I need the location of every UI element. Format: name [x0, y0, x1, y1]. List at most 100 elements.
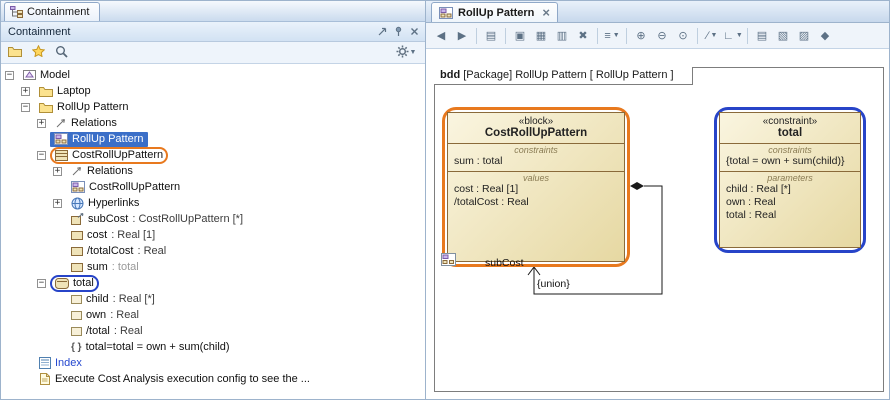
go-forward-button[interactable]: ▶ — [452, 26, 472, 46]
collapse-toggle[interactable]: − — [37, 279, 46, 288]
tree-item-rollup-pattern[interactable]: −RollUp Pattern — [1, 99, 425, 115]
tree-item-content[interactable]: Laptop — [34, 83, 96, 100]
tree-item-sum[interactable]: sum : total — [1, 259, 425, 275]
compartment-line[interactable]: sum : total — [454, 155, 618, 168]
tree-item-content[interactable]: RollUp Pattern — [34, 99, 134, 116]
block-costrolluppattern[interactable]: «block» CostRollUpPattern constraintssum… — [447, 112, 625, 262]
diagram-canvas[interactable]: bdd [Package] RollUp Pattern [ RollUp Pa… — [426, 49, 889, 399]
compartment-line[interactable]: {total = own + sum(child)} — [726, 155, 854, 168]
compartment-line[interactable]: child : Real [*] — [726, 183, 854, 196]
pin-panel-icon[interactable] — [391, 24, 406, 39]
tree-item-content[interactable]: Execute Cost Analysis execution config t… — [34, 371, 315, 388]
tree-item-content[interactable]: total — [50, 275, 99, 292]
tab-containment[interactable]: Containment — [4, 2, 100, 21]
open-folder-button[interactable] — [5, 44, 25, 62]
attached-diagram-icon[interactable] — [441, 253, 456, 269]
tree-item-total[interactable]: /total : Real — [1, 323, 425, 339]
tree-item-laptop[interactable]: + Laptop — [1, 83, 425, 99]
insert-image-button[interactable]: ▨ — [794, 26, 814, 46]
float-panel-icon[interactable] — [375, 24, 390, 39]
expand-toggle[interactable]: + — [21, 87, 30, 96]
connector-end-label[interactable]: subCost — [485, 257, 524, 269]
zoom-in-button[interactable]: ⊕ — [631, 26, 651, 46]
tree-item-content[interactable]: Relations — [50, 115, 122, 132]
tree-item-total-total-own-sum-child[interactable]: { }total=total = own + sum(child) — [1, 339, 425, 355]
constraint-block-total[interactable]: «constraint» total constraints{total = o… — [719, 112, 861, 248]
tree-item-relations[interactable]: + Relations — [1, 115, 425, 131]
tree-item-relations[interactable]: + Relations — [1, 163, 425, 179]
compartment-line[interactable]: own : Real — [726, 196, 854, 209]
cut-button[interactable]: ▥ — [552, 26, 572, 46]
close-panel-icon[interactable] — [407, 24, 422, 39]
compartment-line[interactable]: /totalCost : Real — [454, 196, 618, 209]
tree-item-content[interactable]: sum : total — [66, 259, 144, 276]
tree-item-label: cost — [87, 229, 107, 241]
tree-item-subcost[interactable]: subCost : CostRollUpPattern [*] — [1, 211, 425, 227]
paste-button[interactable]: ▦ — [531, 26, 551, 46]
select-in-containment-tree-button[interactable]: ▤ — [481, 26, 501, 46]
path-type-button[interactable]: ∟▼ — [723, 26, 743, 46]
param-icon — [71, 293, 82, 306]
tree-item-content[interactable]: child : Real [*] — [66, 291, 160, 308]
tree-item-child[interactable]: child : Real [*] — [1, 291, 425, 307]
folder-icon — [39, 85, 53, 98]
tree-item-content[interactable]: cost : Real [1] — [66, 227, 160, 244]
layout-button[interactable]: ≡▼ — [602, 26, 622, 46]
tree-item-costrolluppattern[interactable]: −CostRollUpPattern — [1, 147, 425, 163]
search-button[interactable] — [51, 44, 71, 62]
tree-item-content[interactable]: Hyperlinks — [66, 195, 144, 212]
settings-button[interactable]: ▼ — [391, 44, 421, 62]
delete-button[interactable]: ✖ — [573, 26, 593, 46]
tree-item-content[interactable]: CostRollUpPattern — [66, 179, 185, 196]
tree-item-execute-cost-analysis-execution-config-t[interactable]: Execute Cost Analysis execution config t… — [1, 371, 425, 387]
connector-adornment-label[interactable]: {union} — [537, 278, 570, 290]
close-tab-icon[interactable]: × — [542, 8, 550, 18]
param-icon — [71, 325, 82, 338]
tab-rollup-pattern-diagram[interactable]: RollUp Pattern × — [431, 2, 558, 22]
tree-item-content[interactable]: own : Real — [66, 307, 144, 324]
tree-item-label: child — [86, 293, 109, 305]
tree-item-content[interactable]: /totalCost : Real — [66, 243, 171, 260]
favorites-button[interactable] — [28, 44, 48, 62]
tree-item-cost[interactable]: cost : Real [1] — [1, 227, 425, 243]
containment-tree-icon — [10, 6, 23, 19]
containment-tree[interactable]: −Model+Laptop−RollUp Pattern+RelationsRo… — [1, 64, 425, 399]
value-icon — [71, 261, 83, 274]
tree-item-total[interactable]: −total — [1, 275, 425, 291]
expand-toggle[interactable]: + — [37, 119, 46, 128]
compartment-line[interactable]: total : Real — [726, 209, 854, 222]
zoom-out-button[interactable]: ⊖ — [652, 26, 672, 46]
tree-item-content[interactable]: Relations — [66, 163, 138, 180]
expand-toggle[interactable]: + — [53, 199, 62, 208]
tree-item-content[interactable]: /total : Real — [66, 323, 148, 340]
tree-item-content[interactable]: RollUp Pattern — [50, 132, 148, 147]
tree-item-content[interactable]: Index — [34, 355, 87, 372]
go-back-button[interactable]: ◀ — [431, 26, 451, 46]
tree-item-content[interactable]: CostRollUpPattern — [50, 147, 168, 164]
collapse-toggle[interactable]: − — [21, 103, 30, 112]
lock-diagram-button[interactable]: ◆ — [815, 26, 835, 46]
line-style-button[interactable]: ∕▼ — [702, 26, 722, 46]
tree-item-content[interactable]: { }total=total = own + sum(child) — [66, 339, 235, 356]
swimlanes-button[interactable]: ▧ — [773, 26, 793, 46]
tree-item-content[interactable]: subCost : CostRollUpPattern [*] — [66, 211, 248, 228]
tree-item-index[interactable]: Index — [1, 355, 425, 371]
braces-icon: { } — [71, 341, 82, 354]
tree-item-rollup-pattern[interactable]: RollUp Pattern — [1, 131, 425, 147]
compartment-line[interactable]: cost : Real [1] — [454, 183, 618, 196]
add-note-button[interactable]: ▤ — [752, 26, 772, 46]
go-back-icon: ◀ — [437, 29, 445, 42]
tree-item-costrolluppattern[interactable]: CostRollUpPattern — [1, 179, 425, 195]
block-stereotype: «constraint» — [724, 116, 856, 127]
tree-item-own[interactable]: own : Real — [1, 307, 425, 323]
paste-icon: ▦ — [536, 29, 546, 42]
fit-in-window-button[interactable]: ⊙ — [673, 26, 693, 46]
expand-toggle[interactable]: + — [53, 167, 62, 176]
tree-item-totalcost[interactable]: /totalCost : Real — [1, 243, 425, 259]
collapse-toggle[interactable]: − — [37, 151, 46, 160]
copy-button[interactable]: ▣ — [510, 26, 530, 46]
tree-item-content[interactable]: Model — [18, 67, 75, 84]
tree-item-model[interactable]: −Model — [1, 67, 425, 83]
tree-item-hyperlinks[interactable]: + Hyperlinks — [1, 195, 425, 211]
collapse-toggle[interactable]: − — [5, 71, 14, 80]
